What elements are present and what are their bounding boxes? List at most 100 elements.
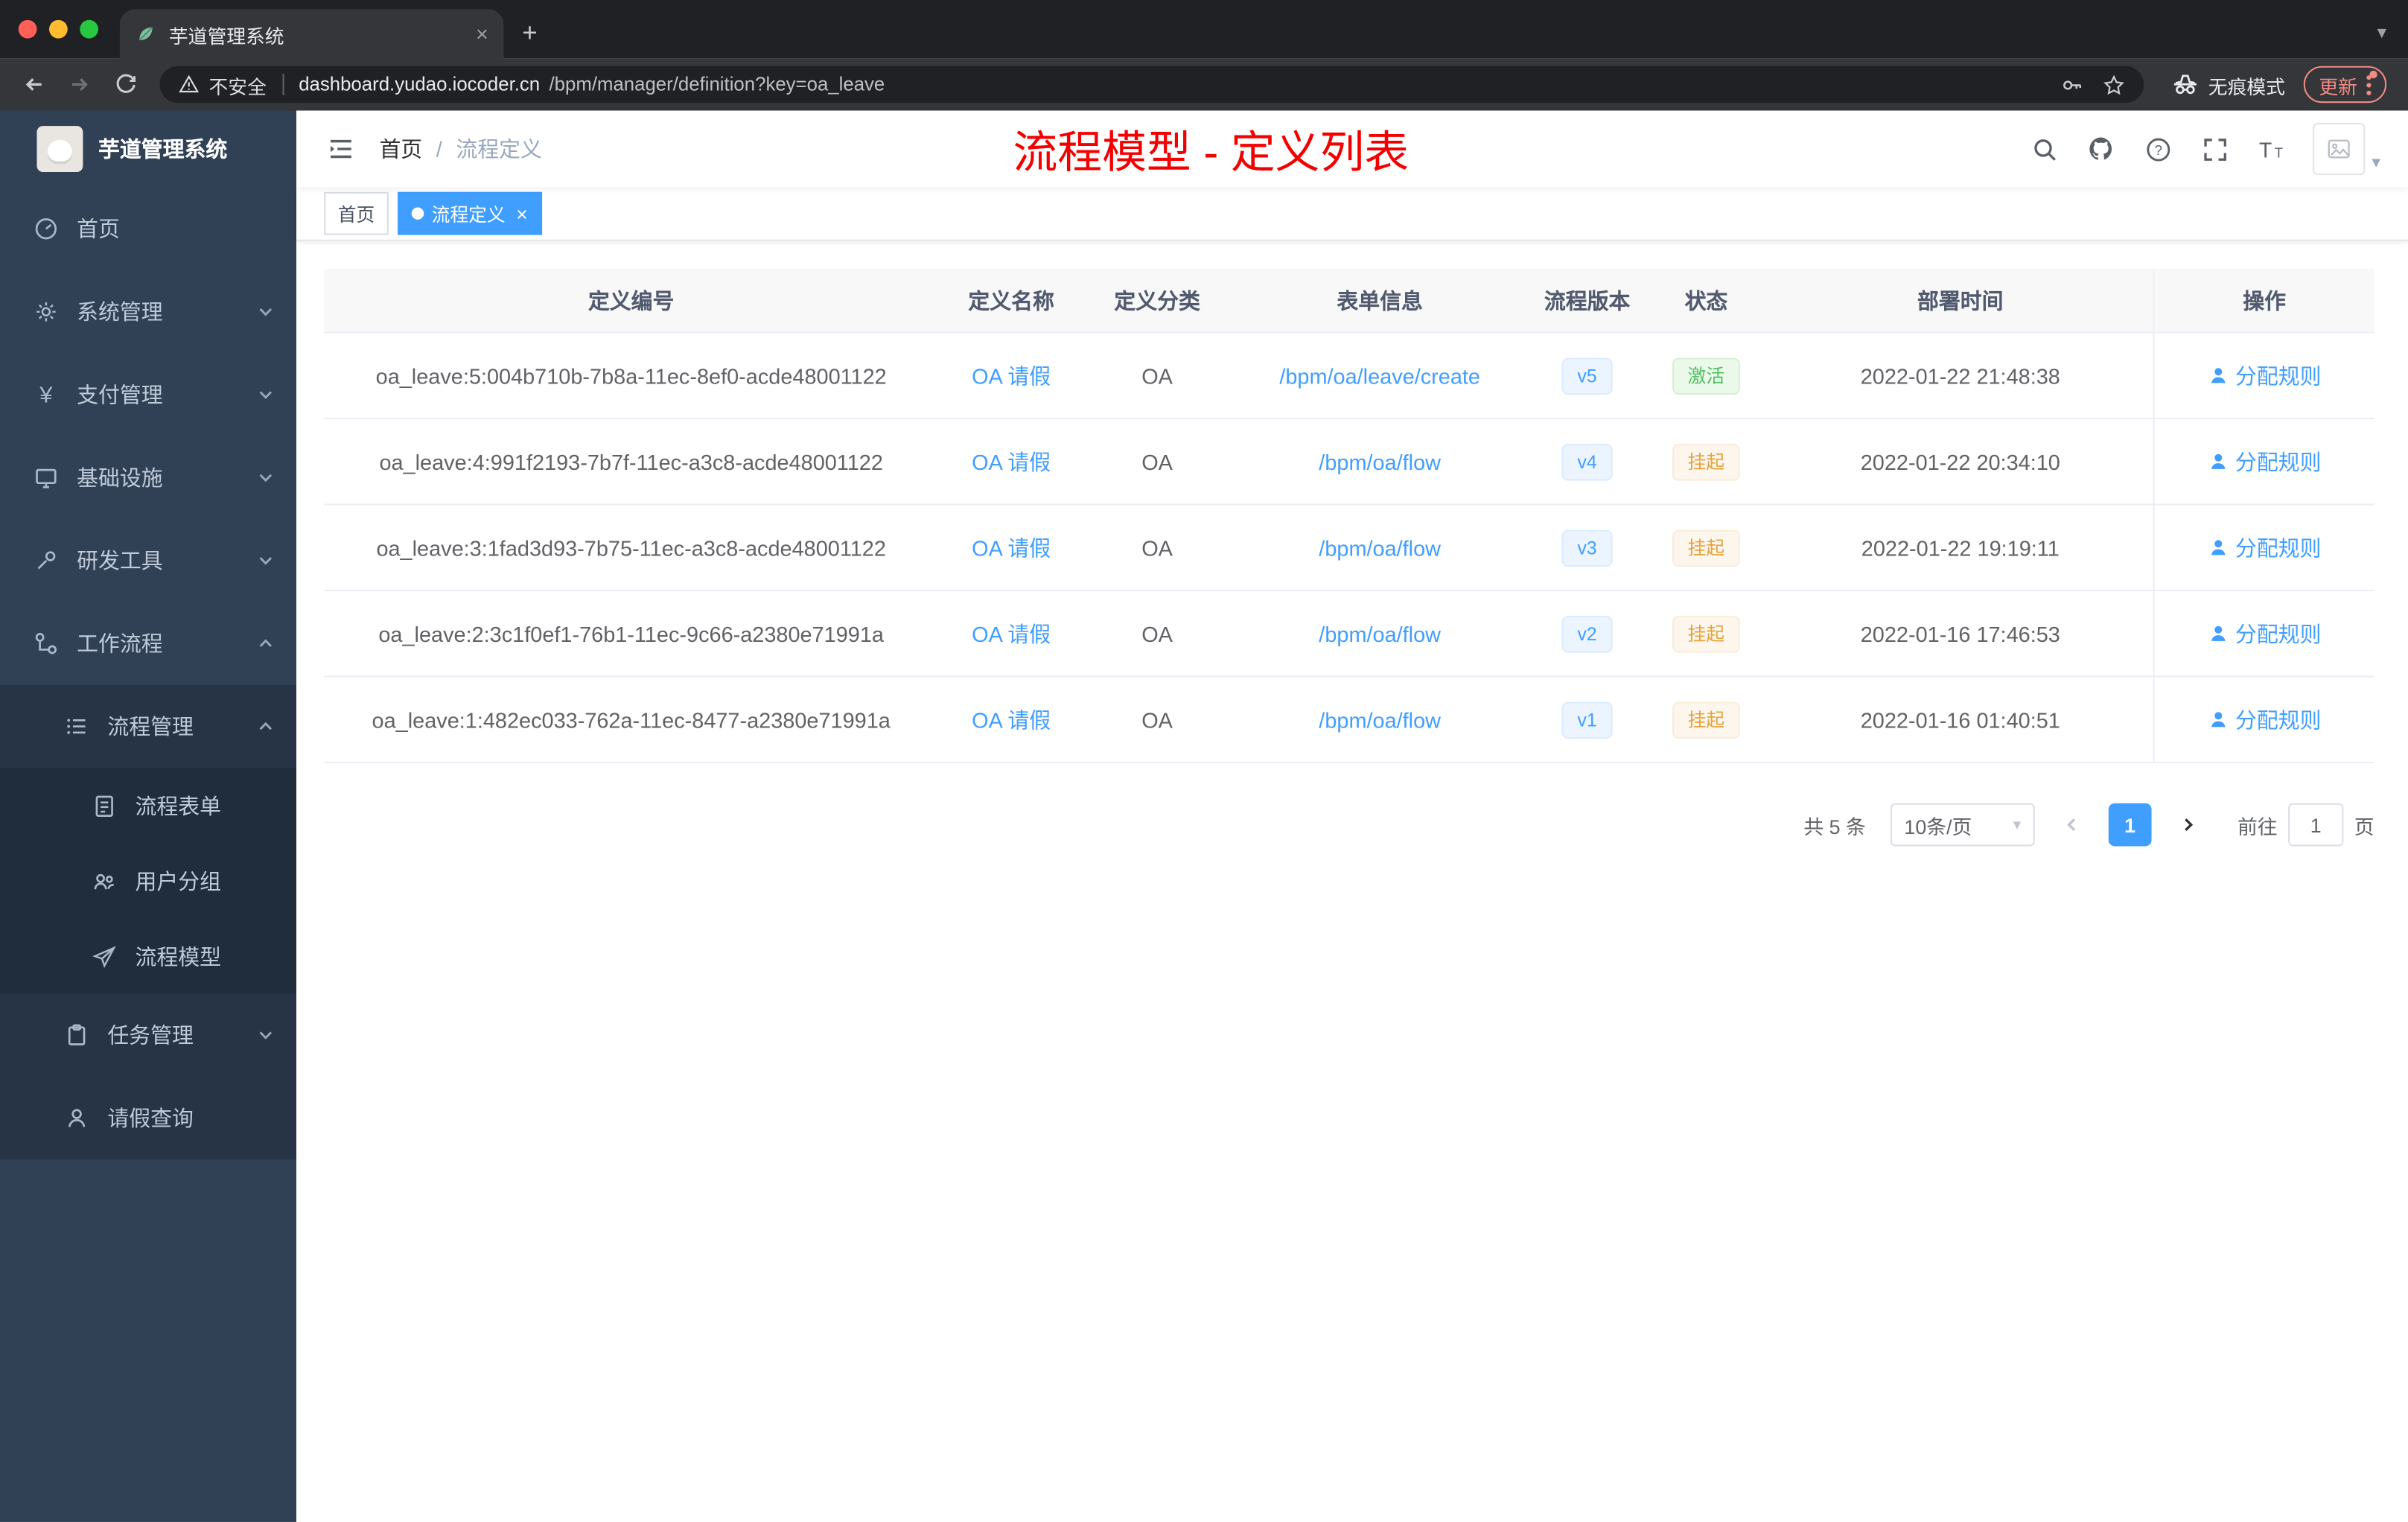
definition-name-link[interactable]: OA 请假 [972,446,1051,477]
sidebar-item-label: 基础设施 [77,465,163,490]
sidebar-item-home[interactable]: 首页 [0,188,296,270]
definition-name-link[interactable]: OA 请假 [972,704,1051,735]
table-row: oa_leave:2:3c1f0ef1-76b1-11ec-9c66-a2380… [324,591,2374,678]
hamburger-icon [330,139,351,159]
sidebar-item-label: 工作流程 [77,631,163,656]
form-info-link[interactable]: /bpm/oa/flow [1319,707,1441,732]
sidebar-item-task-management[interactable]: 任务管理 [0,993,296,1076]
breadcrumb-current: 流程定义 [456,136,542,162]
tag-process-definition[interactable]: 流程定义 × [398,191,542,235]
annotation-title: 流程模型 - 定义列表 [1013,129,1410,179]
column-header-deploy-time: 部署时间 [1917,287,2004,313]
tag-home[interactable]: 首页 [324,191,389,235]
incognito-label: 无痕模式 [2208,76,2285,98]
definition-name-link[interactable]: OA 请假 [972,360,1051,391]
column-header-definition-id: 定义编号 [587,287,675,313]
tab-search-chevron-icon[interactable]: ▾ [2377,22,2386,43]
passwords-key-icon[interactable] [2061,73,2084,96]
forward-button[interactable] [58,63,101,106]
sidebar-item-leave-query[interactable]: 请假查询 [0,1077,296,1159]
address-bar[interactable]: 不安全 dashboard.yudao.iocoder.cn/bpm/manag… [159,66,2144,104]
assign-rule-button[interactable]: 分配规则 [2208,704,2322,735]
github-icon[interactable] [2086,133,2117,164]
assign-rule-button[interactable]: 分配规则 [2208,532,2321,563]
help-icon[interactable]: ? [2143,133,2173,164]
definition-name-link[interactable]: OA 请假 [972,618,1051,649]
assign-rule-button[interactable]: 分配规则 [2208,360,2322,391]
tag-close-icon[interactable]: × [516,202,528,225]
incognito-indicator: 无痕模式 [2171,70,2285,99]
font-size-icon[interactable]: TT [2257,133,2287,164]
sidebar-item-system-management[interactable]: 系统管理 [0,270,296,353]
sidebar-item-infrastructure[interactable]: 基础设施 [0,436,296,519]
app-logo[interactable]: 芋道管理系统 [0,111,296,188]
page-size-value: 10条/页 [1904,815,1972,838]
assign-rule-button[interactable]: 分配规则 [2208,446,2321,477]
fullscreen-icon[interactable] [2200,133,2230,164]
version-tag: v2 [1561,615,1613,652]
window-zoom-button[interactable] [80,19,98,39]
form-info-link[interactable]: /bpm/oa/flow [1319,621,1441,646]
url-host: dashboard.yudao.iocoder.cn [299,74,541,95]
tab-title: 芋道管理系统 [168,25,284,47]
cell-definition-id: oa_leave:1:482ec033-762a-11ec-8477-a2380… [372,707,891,732]
goto-page-input[interactable] [2288,803,2344,847]
sidebar-item-process-management[interactable]: 流程管理 [0,685,296,768]
assign-rule-button[interactable]: 分配规则 [2208,618,2321,649]
security-label: 不安全 [208,76,267,98]
svg-text:?: ? [2155,141,2162,157]
reload-button[interactable] [104,63,147,106]
sidebar-item-process-model[interactable]: 流程模型 [0,918,296,993]
status-badge: 挂起 [1672,615,1740,652]
sidebar-item-process-form[interactable]: 流程表单 [0,768,296,843]
cell-category: OA [1141,621,1173,646]
breadcrumb: 首页 / 流程定义 [379,133,541,164]
user-avatar-dropdown[interactable]: ▾ [2313,123,2380,176]
sidebar-toggle-button[interactable] [315,123,367,175]
column-header-form-info: 表单信息 [1337,287,1423,313]
top-navbar: 首页 / 流程定义 流程模型 - 定义列表 ? TT ▾ [296,110,2408,188]
sidebar-item-label: 用户分组 [135,868,222,894]
cell-category: OA [1141,363,1173,388]
sidebar-item-label: 系统管理 [77,299,163,325]
wrench-icon [34,548,58,573]
bookmark-star-icon[interactable] [2102,73,2125,96]
page-size-select[interactable]: 10条/页 ▾ [1890,803,2035,847]
page-number-button[interactable]: 1 [2108,803,2152,847]
browser-menu-icon[interactable] [2366,69,2377,95]
back-button[interactable] [13,63,56,106]
person-icon [2211,368,2225,383]
window-minimize-button[interactable] [49,19,68,39]
tag-label: 流程定义 [431,203,506,226]
search-icon[interactable] [2030,133,2060,164]
assign-rule-label: 分配规则 [2235,363,2322,388]
definition-name-link[interactable]: OA 请假 [972,532,1051,563]
browser-tab[interactable]: 芋道管理系统 × [119,9,504,59]
sidebar-item-payment-management[interactable]: ¥ 支付管理 [0,353,296,436]
tab-favicon-icon [138,27,153,41]
breadcrumb-home[interactable]: 首页 [379,133,422,164]
form-info-link[interactable]: /bpm/oa/leave/create [1279,363,1480,388]
table-row: oa_leave:3:1fad3d93-7b75-11ec-a3c8-acde4… [324,505,2374,592]
assign-rule-label: 分配规则 [2235,707,2322,732]
tab-close-icon[interactable]: × [476,22,488,46]
sidebar-item-dev-tools[interactable]: 研发工具 [0,519,296,602]
form-info-link[interactable]: /bpm/oa/flow [1319,449,1441,474]
clipboard-icon [65,1023,89,1048]
table-row: oa_leave:5:004b710b-7b8a-11ec-8ef0-acde4… [324,333,2374,420]
window-close-button[interactable] [18,19,37,39]
prev-page-button[interactable] [2050,803,2093,847]
table-row: oa_leave:1:482ec033-762a-11ec-8477-a2380… [324,677,2374,764]
browser-update-button[interactable]: 更新 [2303,66,2387,104]
paper-plane-icon [92,943,117,968]
next-page-button[interactable] [2167,803,2210,847]
new-tab-button[interactable]: + [522,19,537,49]
cell-deploy-time: 2022-01-16 17:46:53 [1860,621,2060,646]
sidebar-item-label: 任务管理 [107,1022,194,1048]
form-info-link[interactable]: /bpm/oa/flow [1319,535,1441,560]
sidebar-item-user-group[interactable]: 用户分组 [0,843,296,918]
sidebar-item-label: 首页 [77,216,120,241]
chevron-down-icon: ▾ [2013,816,2022,833]
sidebar-item-workflow[interactable]: 工作流程 [0,602,296,685]
status-badge: 激活 [1672,357,1740,395]
